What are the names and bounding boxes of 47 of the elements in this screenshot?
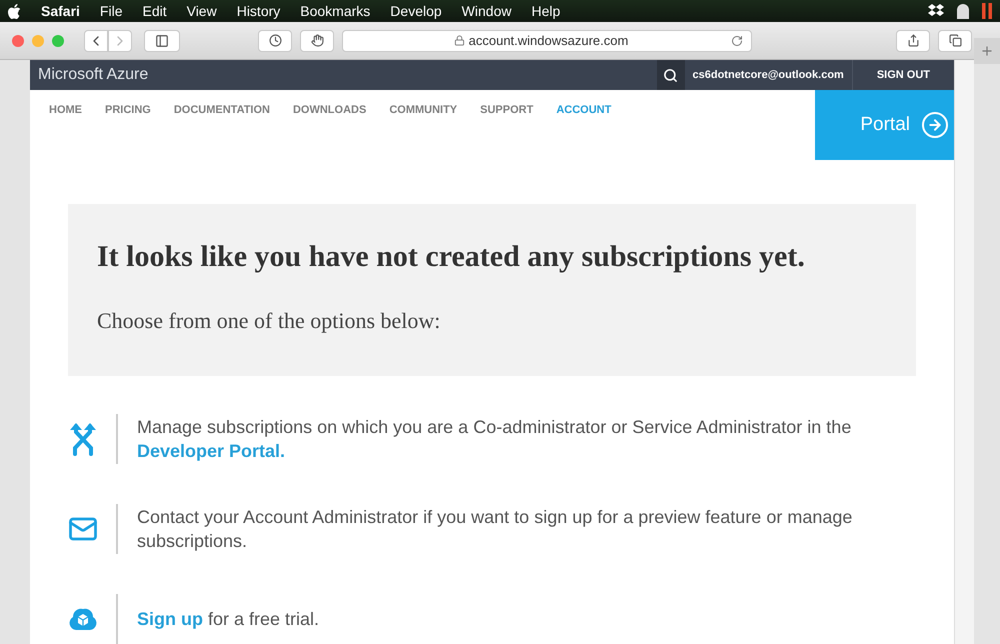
search-icon <box>663 68 678 82</box>
history-button[interactable] <box>258 30 292 52</box>
lock-icon <box>454 35 465 46</box>
address-field[interactable]: account.windowsazure.com <box>342 30 752 52</box>
menu-item[interactable]: Safari <box>41 0 80 22</box>
nav-link[interactable]: DOCUMENTATION <box>174 102 270 116</box>
hand-button[interactable] <box>300 30 334 52</box>
menu-item[interactable]: Help <box>531 0 560 22</box>
brand-name: Microsoft Azure <box>38 65 148 85</box>
notice-subtitle: Choose from one of the options below: <box>97 306 442 335</box>
option-text: Sign up for a free trial. <box>137 608 320 631</box>
new-tab-button[interactable] <box>974 38 1000 64</box>
nav-link[interactable]: HOME <box>49 102 82 116</box>
url-text: account.windowsazure.com <box>468 32 628 50</box>
nav-link[interactable]: COMMUNITY <box>389 102 458 116</box>
ghost-icon[interactable] <box>956 3 970 19</box>
notice-title: It looks like you have not created any subscriptions yet. <box>97 239 806 275</box>
user-email[interactable]: cs6dotnetcore@outlook.com <box>684 66 852 84</box>
option-text: Contact your Account Administrator if you want to sign up for a preview feature or manage subscriptions. <box>137 506 854 553</box>
menu-item[interactable]: View <box>186 0 217 22</box>
option-text: Manage subscriptions on which you are a Co-administrator or Service Administrator in the Developer Portal. <box>137 416 852 463</box>
nav-link[interactable]: SUPPORT <box>480 102 534 116</box>
dropbox-icon[interactable] <box>928 4 944 18</box>
plus-icon <box>980 44 994 58</box>
tabs-button[interactable] <box>938 30 972 52</box>
search-button[interactable] <box>656 60 685 90</box>
cloud-cube-icon <box>68 606 98 632</box>
share-button[interactable] <box>896 30 930 52</box>
share-icon <box>906 34 920 47</box>
apple-logo-icon[interactable] <box>8 4 21 18</box>
hand-icon <box>310 34 324 47</box>
tabs-icon <box>948 34 962 47</box>
crossing-arrows-icon <box>70 422 96 456</box>
menu-item[interactable]: Edit <box>142 0 167 22</box>
menu-item[interactable]: File <box>100 0 122 22</box>
nav-link[interactable]: PRICING <box>105 102 151 116</box>
clock-icon <box>268 34 282 47</box>
menu-item[interactable]: Develop <box>390 0 442 22</box>
pause-icon[interactable] <box>982 3 992 19</box>
nav-link[interactable]: DOWNLOADS <box>292 102 366 116</box>
menu-item[interactable]: Bookmarks <box>300 0 370 22</box>
menu-item[interactable]: History <box>236 0 280 22</box>
reload-icon[interactable] <box>731 34 743 46</box>
sidebar-button[interactable] <box>144 30 180 52</box>
back-button[interactable] <box>84 30 108 52</box>
sidebar-icon <box>155 34 169 48</box>
menu-item[interactable]: Window <box>462 0 512 22</box>
